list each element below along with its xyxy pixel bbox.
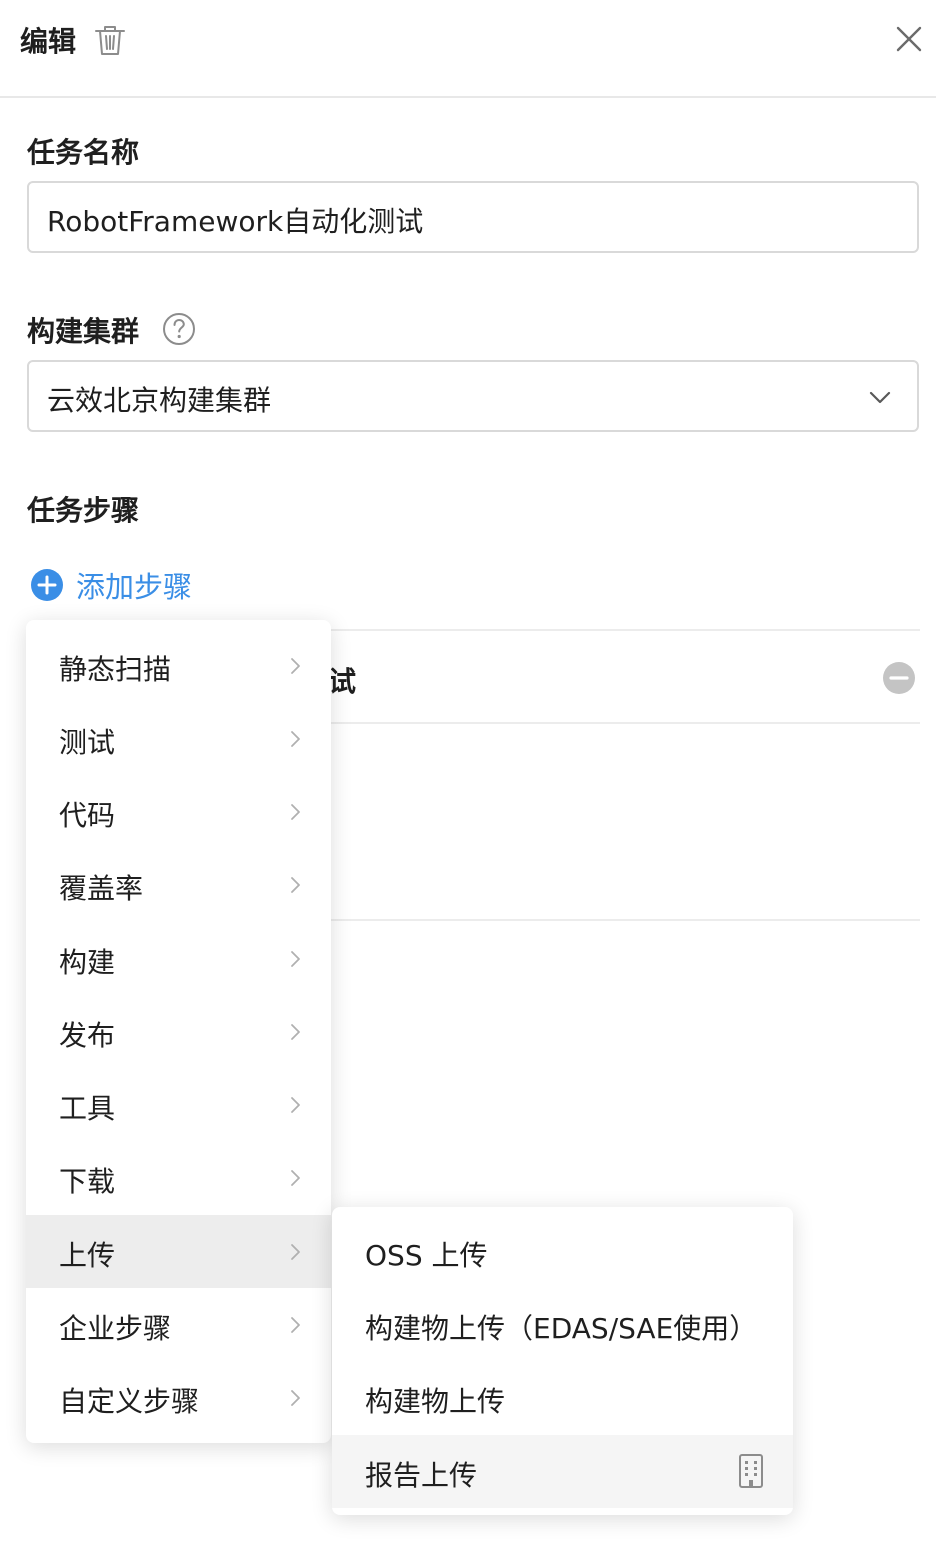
- menu-item-label: 覆盖率: [59, 872, 144, 905]
- menu-item-coverage[interactable]: 覆盖率: [26, 848, 331, 921]
- chevron-right-icon: [291, 1317, 300, 1333]
- menu-item-download[interactable]: 下载: [26, 1141, 331, 1214]
- menu-item-label: 自定义步骤: [59, 1385, 200, 1418]
- task-name-label: 任务名称: [27, 136, 140, 169]
- task-name-value: RobotFramework自动化测试: [47, 205, 424, 238]
- menu-item-label: 静态扫描: [59, 653, 172, 686]
- step-card-divider: [330, 629, 920, 631]
- menu-item-label: 代码: [59, 799, 116, 832]
- menu-item-static-scan[interactable]: 静态扫描: [26, 629, 331, 702]
- menu-item-enterprise-steps[interactable]: 企业步骤: [26, 1288, 331, 1361]
- close-icon[interactable]: [892, 22, 926, 56]
- chevron-right-icon: [291, 1170, 300, 1186]
- submenu-item-artifact-upload[interactable]: 构建物上传: [332, 1361, 793, 1434]
- submenu-item-label: OSS 上传: [365, 1239, 488, 1272]
- menu-item-test[interactable]: 测试: [26, 702, 331, 775]
- menu-item-custom-steps[interactable]: 自定义步骤: [26, 1361, 331, 1434]
- chevron-right-icon: [291, 1390, 300, 1406]
- help-icon[interactable]: [161, 311, 197, 347]
- step-card-divider: [330, 722, 920, 724]
- chevron-down-icon: [869, 391, 891, 404]
- add-step-button[interactable]: 添加步骤: [30, 566, 192, 604]
- plus-circle-icon: [31, 569, 63, 601]
- chevron-right-icon: [291, 1244, 300, 1260]
- drawer-title: 编辑: [20, 25, 77, 58]
- menu-item-label: 发布: [59, 1019, 116, 1052]
- menu-item-label: 企业步骤: [59, 1312, 172, 1345]
- chevron-right-icon: [291, 804, 300, 820]
- step-card-divider: [330, 919, 920, 921]
- menu-item-release[interactable]: 发布: [26, 995, 331, 1068]
- menu-item-code[interactable]: 代码: [26, 775, 331, 848]
- submenu-item-report-upload[interactable]: 报告上传: [332, 1435, 793, 1508]
- chevron-right-icon: [291, 877, 300, 893]
- chevron-right-icon: [291, 1097, 300, 1113]
- menu-item-label: 构建: [59, 946, 116, 979]
- menu-item-label: 测试: [59, 726, 116, 759]
- step-name[interactable]: 试: [328, 660, 356, 700]
- menu-item-tools[interactable]: 工具: [26, 1068, 331, 1141]
- chevron-right-icon: [291, 658, 300, 674]
- building-icon: [739, 1454, 763, 1488]
- submenu-item-label: 构建物上传: [365, 1385, 506, 1418]
- add-step-label: 添加步骤: [76, 570, 193, 604]
- chevron-right-icon: [291, 1024, 300, 1040]
- menu-item-label: 下载: [59, 1165, 116, 1198]
- trash-icon[interactable]: [92, 22, 128, 58]
- step-category-menu: 静态扫描 测试 代码 覆盖率 构建 发布 工具 下载 上传 企业步骤 自定义步骤: [26, 620, 331, 1443]
- drawer-header: 编辑: [0, 0, 936, 98]
- menu-item-upload[interactable]: 上传: [26, 1215, 331, 1288]
- build-cluster-value: 云效北京构建集群: [47, 384, 272, 417]
- build-cluster-select[interactable]: 云效北京构建集群: [27, 360, 919, 432]
- chevron-right-icon: [291, 951, 300, 967]
- remove-step-icon[interactable]: [882, 661, 916, 695]
- submenu-item-label: 报告上传: [365, 1459, 478, 1492]
- build-cluster-label: 构建集群: [27, 315, 140, 348]
- chevron-right-icon: [291, 731, 300, 747]
- submenu-item-oss-upload[interactable]: OSS 上传: [332, 1215, 793, 1288]
- task-name-input[interactable]: RobotFramework自动化测试: [27, 181, 919, 253]
- menu-item-build[interactable]: 构建: [26, 922, 331, 995]
- submenu-item-label: 构建物上传（EDAS/SAE使用）: [365, 1312, 758, 1345]
- upload-submenu: OSS 上传 构建物上传（EDAS/SAE使用） 构建物上传 报告上传: [332, 1207, 793, 1515]
- menu-item-label: 上传: [59, 1239, 116, 1272]
- menu-item-label: 工具: [59, 1092, 116, 1125]
- task-steps-label: 任务步骤: [27, 494, 140, 527]
- submenu-item-artifact-upload-edas[interactable]: 构建物上传（EDAS/SAE使用）: [332, 1288, 793, 1361]
